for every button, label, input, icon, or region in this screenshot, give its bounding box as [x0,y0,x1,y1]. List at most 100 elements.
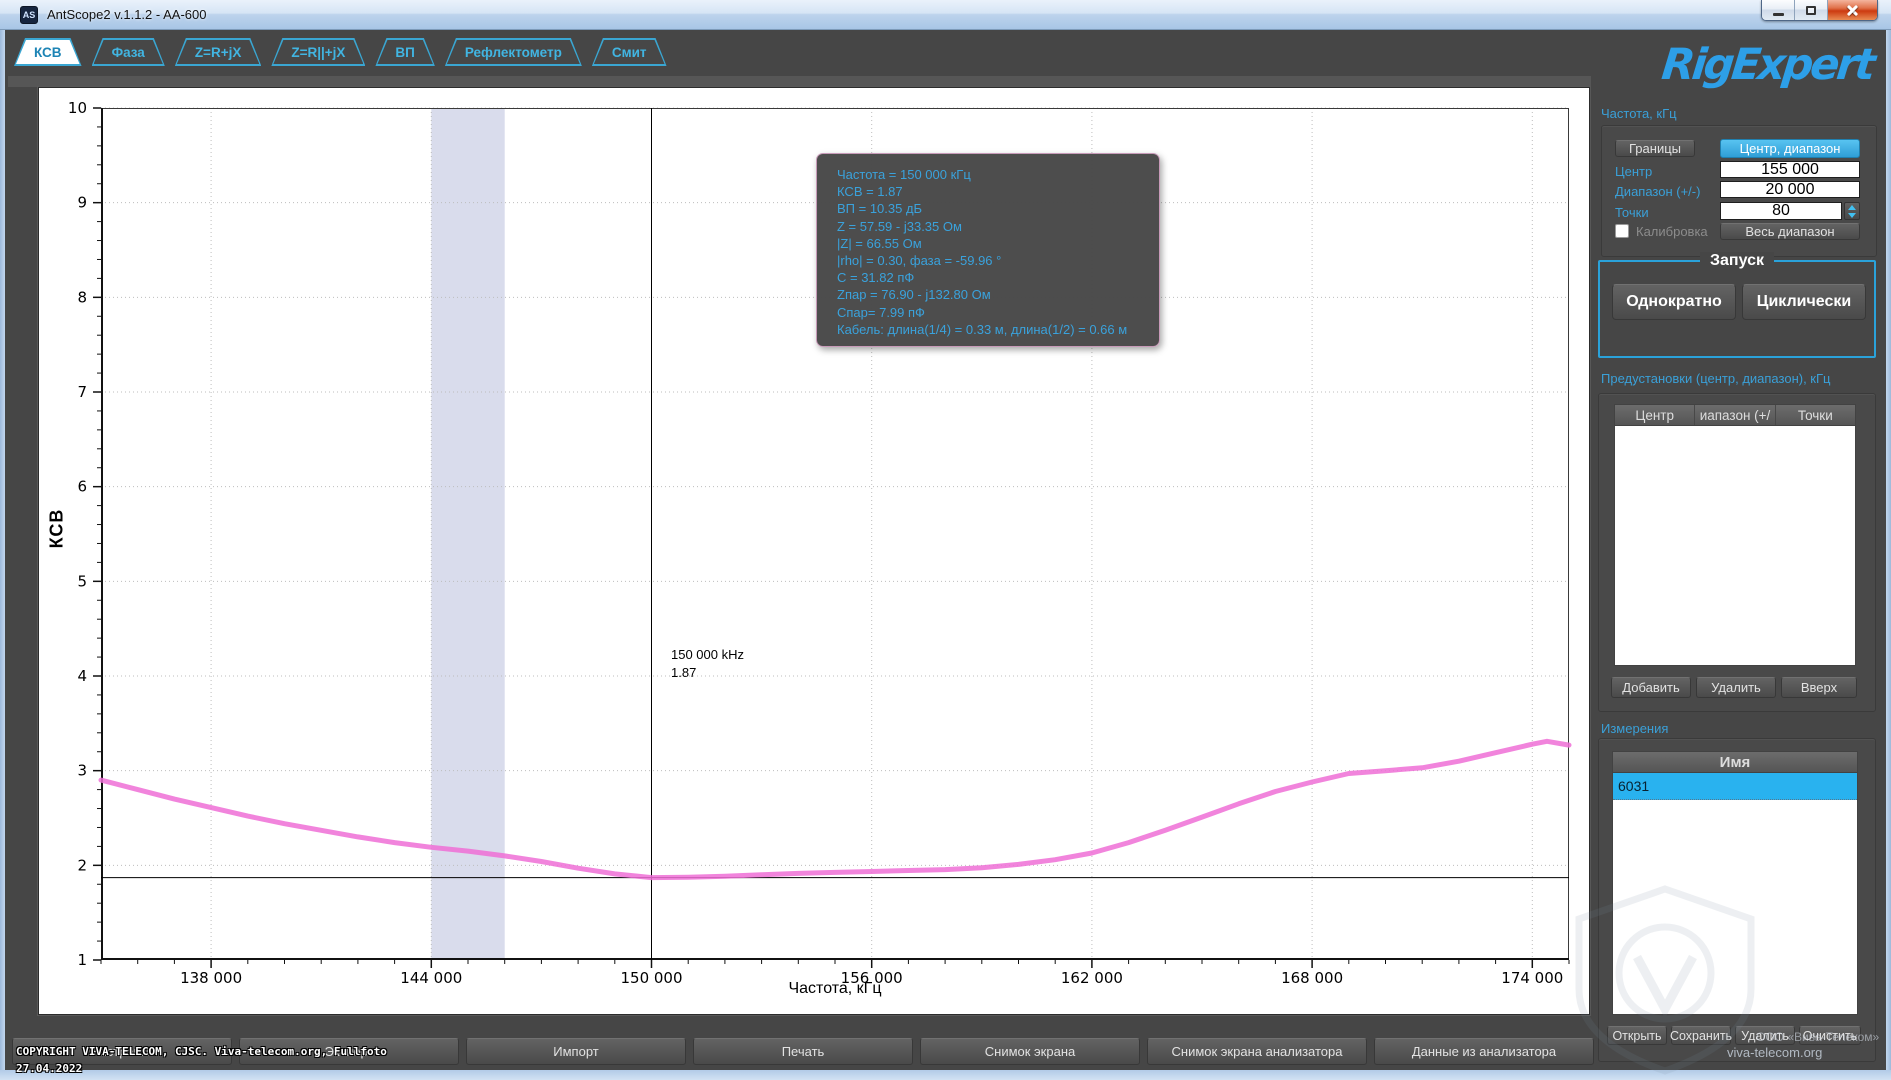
frequency-section-label: Частота, кГц [1601,106,1677,121]
svg-text:1: 1 [77,951,87,969]
bounds-mode-button[interactable]: Границы [1615,140,1695,157]
tooltip-line: Частота = 150 000 кГц [837,166,1159,183]
import-button[interactable]: Импорт [466,1038,686,1065]
frequency-box: Границы Центр, диапазон Центр Диапазон (… [1601,125,1877,257]
svg-text:6: 6 [77,478,87,496]
window-frame-left [0,30,5,1080]
measurements-col-name[interactable]: Имя [1613,752,1857,772]
span-input[interactable] [1720,181,1860,198]
copyright-watermark-line2: 27.04.2022 [16,1061,82,1076]
measurement-row-selected[interactable]: 6031 [1613,773,1857,800]
close-icon [1846,4,1859,17]
tab-label: Смит [592,38,667,66]
tooltip-line: C = 31.82 пФ [837,269,1159,286]
presets-section-label: Предустановки (центр, диапазон), кГц [1601,371,1830,386]
svg-text:3: 3 [77,762,87,780]
print-button[interactable]: Печать [693,1038,913,1065]
measurement-tooltip: Частота = 150 000 кГцКСВ = 1.87ВП = 10.3… [816,153,1160,347]
app-area: КСВФазаZ=R+jXZ=R||+jXВПРефлектометрСмит … [0,30,1891,1080]
swr-curve [101,741,1569,877]
span-label: Диапазон (+/-) [1615,184,1700,199]
copyright-watermark-line1: COPYRIGHT VIVA-TELECOM, CJSC. Viva-telec… [16,1044,387,1059]
minimize-button[interactable] [1762,0,1795,20]
tooltip-line: ВП = 10.35 дБ [837,200,1159,217]
highlight-band [431,108,504,960]
rigexpert-logo: RigExpert [1659,40,1875,90]
close-button[interactable] [1828,0,1877,20]
tooltip-line: Zпар = 76.90 - j132.80 Ом [837,286,1159,303]
preset-add-button[interactable]: Добавить [1611,677,1691,698]
points-label: Точки [1615,205,1649,220]
tab-label: КСВ [14,38,82,66]
tab-z-parallel[interactable]: Z=R||+jX [271,38,365,66]
app-icon: AS [20,6,38,24]
tab-label: Рефлектометр [445,38,582,66]
tab-label: Z=R||+jX [271,38,365,66]
presets-col-span[interactable]: иапазон (+/ [1695,405,1775,425]
points-input[interactable] [1720,202,1842,220]
points-stepper[interactable] [1844,202,1860,220]
presets-col-center[interactable]: Центр [1615,405,1695,425]
preset-delete-button[interactable]: Удалить [1696,677,1776,698]
tab-reflectometer[interactable]: Рефлектометр [445,38,582,66]
center-label: Центр [1615,164,1652,179]
presets-col-points[interactable]: Точки [1776,405,1855,425]
caption-buttons [1761,0,1878,21]
tab-z-series[interactable]: Z=R+jX [175,38,262,66]
tooltip-line: КСВ = 1.87 [837,183,1159,200]
cursor-frequency: 150 000 kHz [671,646,744,664]
tab-smith[interactable]: Смит [592,38,667,66]
run-group: Запуск Однократно Циклически [1598,260,1876,358]
window-frame-right [1886,30,1891,1080]
tooltip-line: |Z| = 66.55 Ом [837,235,1159,252]
titlebar[interactable]: AS AntScope2 v.1.1.2 - AA-600 [0,0,1891,30]
tab-phase[interactable]: Фаза [92,38,165,66]
x-axis-title: Частота, кГц [101,980,1569,998]
spin-up-icon[interactable] [1848,205,1856,210]
full-range-button[interactable]: Весь диапазон [1720,223,1860,240]
presets-box: Центр иапазон (+/ Точки Добавить Удалить… [1598,393,1876,712]
cursor-readout: 150 000 kHz 1.87 [671,646,744,682]
tab-swr[interactable]: КСВ [14,38,82,66]
center-input[interactable] [1720,161,1860,178]
window-title: AntScope2 v.1.1.2 - AA-600 [47,7,206,22]
preset-up-button[interactable]: Вверх [1781,677,1857,698]
measurements-table-header: Имя [1612,751,1858,773]
run-title: Запуск [1700,252,1774,270]
company-watermark: ООО «Вива-Телеком» [1756,1030,1879,1044]
minimize-icon [1773,13,1784,16]
y-axis-title: КСВ [46,509,67,549]
analyzer-screenshot-button[interactable]: Снимок экрана анализатора [1147,1038,1367,1065]
presets-table-header: Центр иапазон (+/ Точки [1614,404,1856,426]
tab-strip [8,76,1591,87]
tooltip-line: Z = 57.59 - j33.35 Ом [837,218,1159,235]
svg-text:5: 5 [77,572,87,590]
analyzer-data-button[interactable]: Данные из анализатора [1374,1038,1594,1065]
svg-text:4: 4 [77,667,87,685]
svg-text:2: 2 [77,856,87,874]
tab-label: ВП [375,38,434,66]
tab-bar: КСВ Фаза Z=R+jX Z=R||+jX ВП Рефлектометр Смит [14,38,667,66]
svg-text:10: 10 [68,99,87,117]
maximize-button[interactable] [1795,0,1828,20]
tooltip-line: Кабель: длина(1/4) = 0.33 м, длина(1/2) … [837,321,1159,338]
svg-text:9: 9 [77,194,87,212]
maximize-icon [1806,6,1816,15]
screenshot-button[interactable]: Снимок экрана [920,1038,1140,1065]
tab-return-loss[interactable]: ВП [375,38,434,66]
tab-label: Z=R+jX [175,38,262,66]
cursor-swr: 1.87 [671,664,744,682]
presets-table-body[interactable] [1614,426,1856,666]
center-span-mode-button[interactable]: Центр, диапазон [1720,139,1860,158]
site-watermark: viva-telecom.org [1727,1045,1822,1060]
measurements-section-label: Измерения [1601,721,1668,736]
run-single-button[interactable]: Однократно [1612,284,1736,320]
calibration-checkbox[interactable] [1615,224,1629,238]
svg-text:8: 8 [77,288,87,306]
svg-text:7: 7 [77,383,87,401]
spin-down-icon[interactable] [1848,213,1856,218]
antscope2-window: AS AntScope2 v.1.1.2 - AA-600 КСВ Фаза Z=R… [0,0,1891,1080]
calibration-label: Калибровка [1636,224,1708,239]
run-cyclic-button[interactable]: Циклически [1742,284,1866,320]
tooltip-line: |rho| = 0.30, фаза = -59.96 ° [837,252,1159,269]
